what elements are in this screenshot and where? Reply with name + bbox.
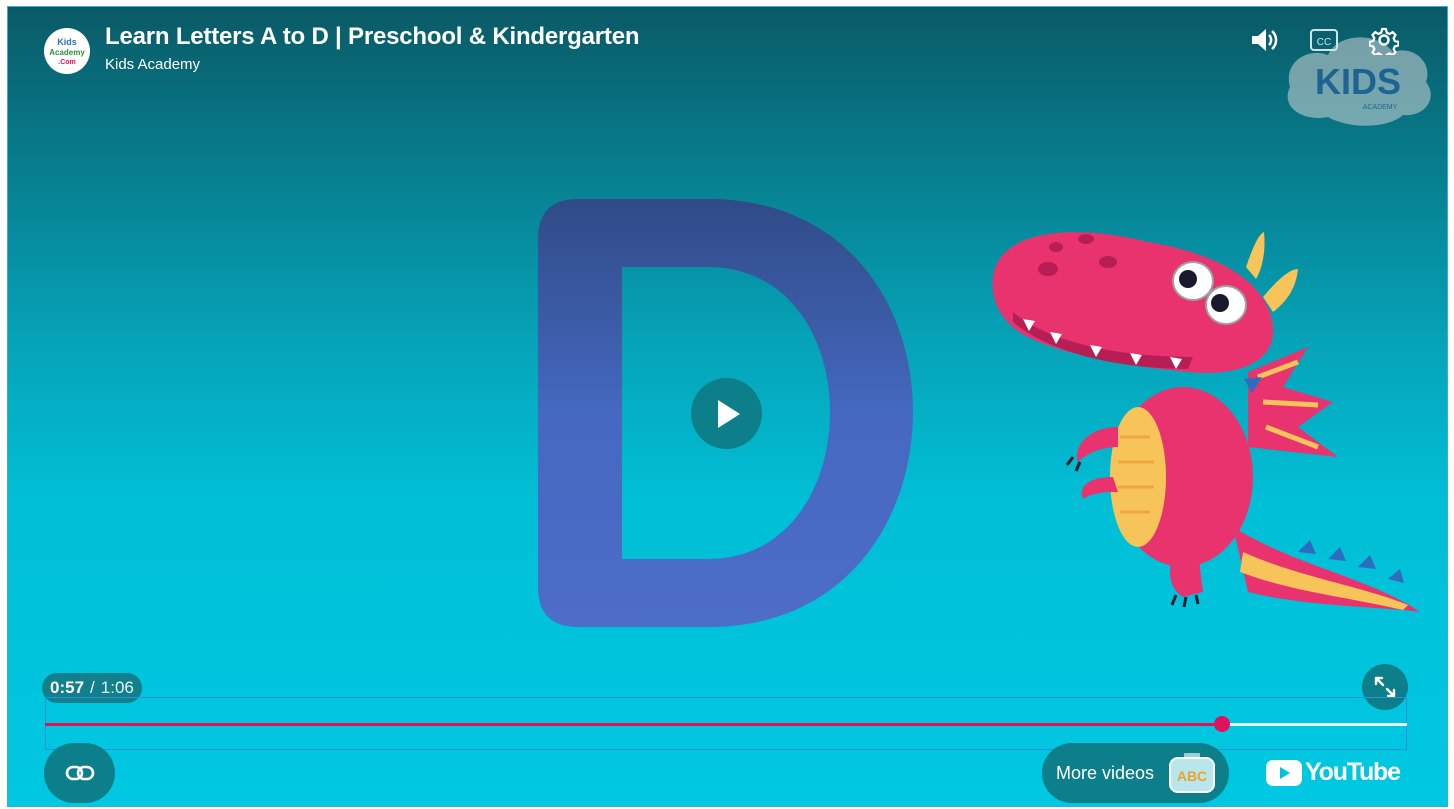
volume-icon <box>1252 29 1278 51</box>
captions-icon: CC <box>1310 29 1338 51</box>
copy-link-button[interactable] <box>44 743 115 803</box>
time-separator: / <box>90 678 95 697</box>
channel-avatar[interactable]: Kids Academy .Com <box>44 28 90 74</box>
more-videos-label: More videos <box>1056 762 1155 783</box>
svg-text:.Com: .Com <box>58 59 76 66</box>
settings-button[interactable] <box>1368 24 1400 56</box>
video-player[interactable]: KIDS ACADEMY Kids Academy .Com Learn Let… <box>7 6 1448 807</box>
gear-icon <box>1369 27 1399 55</box>
channel-name[interactable]: Kids Academy <box>105 56 200 73</box>
captions-button[interactable]: CC <box>1308 24 1340 56</box>
play-icon <box>717 399 740 428</box>
svg-text:Kids: Kids <box>57 37 77 47</box>
svg-text:ABC: ABC <box>1177 768 1207 784</box>
progress-scrubber[interactable] <box>1213 716 1230 732</box>
svg-text:ACADEMY: ACADEMY <box>1363 104 1398 111</box>
youtube-wordmark: YouTube <box>1305 758 1401 786</box>
youtube-logo[interactable]: YouTube <box>1266 758 1401 787</box>
volume-button[interactable] <box>1248 24 1280 56</box>
current-time: 0:57 <box>50 678 85 697</box>
youtube-play-icon <box>1266 759 1302 786</box>
progress-bar[interactable] <box>45 716 1407 732</box>
svg-text:CC: CC <box>1317 37 1331 48</box>
play-button[interactable] <box>691 378 762 449</box>
svg-text:KIDS: KIDS <box>1315 61 1401 102</box>
link-icon <box>65 765 94 781</box>
progress-played <box>45 723 1222 726</box>
video-title[interactable]: Learn Letters A to D | Preschool & Kinde… <box>105 23 640 51</box>
more-videos-button[interactable]: More videos ABC <box>1042 743 1229 803</box>
more-videos-thumbnail: ABC <box>1169 753 1216 793</box>
duration: 1:06 <box>100 678 134 697</box>
dragon-illustration <box>992 232 1420 612</box>
svg-text:Academy: Academy <box>49 48 85 57</box>
